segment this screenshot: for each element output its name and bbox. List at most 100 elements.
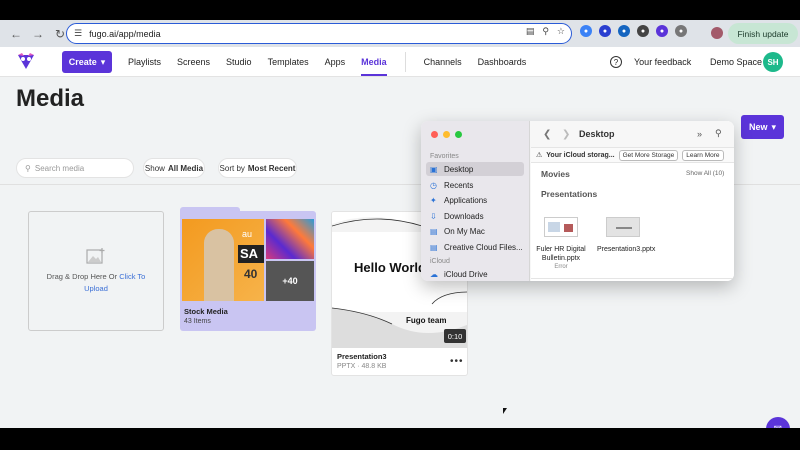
search-icon: ⚲ — [25, 163, 31, 173]
show-filter-label: Show — [144, 163, 165, 173]
more-toolbar-icon[interactable]: » — [697, 129, 702, 139]
finder-toolbar: ❮ ❯ Desktop » ⚲ — [531, 121, 734, 148]
back-chevron-icon[interactable]: ❮ — [543, 129, 551, 140]
desktop-icon: ▣ — [430, 164, 438, 174]
nav-playlists[interactable]: Playlists — [128, 57, 161, 67]
sidebar-item-applications[interactable]: ✦ Applications — [426, 193, 524, 207]
sidebar-item-downloads[interactable]: ⇩ Downloads — [426, 209, 524, 223]
sidebar-item-label: Desktop — [444, 164, 474, 174]
bookmark-star-icon[interactable]: ☆ — [557, 26, 565, 37]
nav-channels[interactable]: Channels — [424, 57, 462, 67]
click-to-upload-link[interactable]: Click To — [119, 272, 145, 281]
screen: ← → ↻ ☰ fugo.ai/app/media ▤ ⚲ ☆ ● ● ● ● … — [0, 0, 800, 450]
stock-thumbnail — [266, 219, 314, 259]
nav-studio[interactable]: Studio — [226, 57, 252, 67]
stock-media-folder[interactable]: au SA 40 +40 Stock Media 43 Items — [180, 207, 316, 331]
profile-avatar[interactable] — [711, 27, 723, 39]
dropzone-text: Drag & Drop Here Or — [46, 272, 118, 281]
icloud-header: iCloud — [430, 258, 450, 265]
thumb-text-au: au — [242, 229, 253, 239]
search-input[interactable]: ⚲ Search media — [16, 158, 134, 178]
help-icon[interactable]: ? — [610, 56, 622, 68]
extension-icon[interactable]: ● — [637, 25, 649, 37]
extension-icon[interactable]: ● — [599, 25, 611, 37]
cast-icon[interactable]: ▤ — [526, 26, 535, 37]
new-label: New — [748, 122, 768, 132]
upload-dropzone[interactable]: Drag & Drop Here Or Click To Upload — [28, 211, 164, 331]
show-filter[interactable]: Show All Media — [143, 158, 205, 178]
new-button[interactable]: New ▾ — [741, 115, 784, 139]
sidebar-item-label: Creative Cloud Files... — [444, 242, 523, 252]
maximize-window-icon[interactable] — [455, 131, 462, 138]
fugo-logo[interactable] — [16, 53, 36, 71]
nav-dashboards[interactable]: Dashboards — [478, 57, 527, 67]
forward-chevron-icon[interactable]: ❯ — [562, 129, 570, 140]
sidebar-item-label: On My Mac — [444, 226, 485, 236]
clock-icon: ◷ — [430, 180, 437, 190]
pptx-file-icon — [544, 217, 578, 237]
back-arrow-icon[interactable]: ← — [6, 24, 26, 44]
more-options-icon[interactable]: ••• — [450, 356, 464, 367]
show-all-link[interactable]: Show All (10) — [686, 170, 724, 177]
chat-icon[interactable]: ✉ — [766, 417, 790, 428]
nav-templates[interactable]: Templates — [268, 57, 309, 67]
page-title: Media — [16, 85, 85, 112]
sidebar-item-on-my-mac[interactable]: ▤ On My Mac — [426, 224, 524, 238]
sidebar-item-recents[interactable]: ◷ Recents — [426, 178, 524, 192]
file-name: Presentation3.pptx — [597, 246, 656, 253]
media-meta: PPTX · 48.8 KB — [337, 363, 387, 370]
nav-apps[interactable]: Apps — [325, 57, 346, 67]
folder-icon: ▤ — [430, 226, 438, 236]
nav-links: Playlists Screens Studio Templates Apps … — [128, 47, 526, 77]
feedback-link[interactable]: Your feedback — [634, 57, 691, 67]
sort-filter-label: Sort by — [219, 163, 245, 173]
finder-location: Desktop — [579, 129, 615, 139]
get-more-storage-button[interactable]: Get More Storage — [618, 149, 679, 161]
user-avatar[interactable]: SH — [763, 52, 783, 72]
close-window-icon[interactable] — [431, 131, 438, 138]
extension-icon[interactable]: ● — [656, 25, 668, 37]
nav-media[interactable]: Media — [361, 57, 387, 76]
file-item[interactable]: Presentation3.pptx — [597, 217, 656, 254]
presentations-header: Presentations — [541, 189, 598, 199]
address-bar-url: fugo.ai/app/media — [89, 28, 161, 39]
site-settings-icon[interactable]: ☰ — [74, 28, 82, 39]
file-name: Fuler HR Digital Bulletin.pptx — [536, 246, 586, 262]
extensions-area: ● ● ● ● ● ● — [580, 25, 687, 37]
sidebar-item-desktop[interactable]: ▣ Desktop — [426, 162, 524, 176]
search-placeholder: Search media — [34, 163, 85, 173]
browser-viewport: ← → ↻ ☰ fugo.ai/app/media ▤ ⚲ ☆ ● ● ● ● … — [0, 20, 800, 428]
more-items-badge: +40 — [266, 261, 314, 301]
zoom-icon[interactable]: ⚲ — [542, 26, 549, 37]
browser-toolbar: ← → ↻ ☰ fugo.ai/app/media ▤ ⚲ ☆ ● ● ● ● … — [0, 20, 800, 47]
address-bar[interactable]: ☰ fugo.ai/app/media ▤ ⚲ ☆ — [66, 23, 572, 44]
file-status: Error — [554, 264, 568, 270]
sidebar-item-label: iCloud Drive — [444, 269, 488, 279]
minimize-window-icon[interactable] — [443, 131, 450, 138]
top-navigation: Create ▾ Playlists Screens Studio Templa… — [0, 47, 800, 77]
sidebar-item-icloud-drive[interactable]: ☁ iCloud Drive — [426, 267, 524, 281]
movies-header: Movies — [541, 169, 570, 179]
click-to-upload-link-2[interactable]: Upload — [84, 283, 108, 295]
extension-icon[interactable]: ● — [580, 25, 592, 37]
finish-update-button[interactable]: Finish update — [728, 23, 798, 44]
applications-icon: ✦ — [430, 195, 437, 205]
mouse-cursor-icon — [503, 408, 507, 414]
sort-filter[interactable]: Sort by Most Recent — [218, 158, 297, 178]
extension-icon[interactable]: ● — [618, 25, 630, 37]
icloud-warning-bar: ⚠ Your iCloud storag... Get More Storage… — [531, 148, 734, 163]
workspace-name[interactable]: Demo Space — [710, 57, 762, 67]
thumb-text-sa: SA — [238, 245, 264, 263]
forward-arrow-icon[interactable]: → — [28, 24, 48, 44]
learn-more-button[interactable]: Learn More — [682, 149, 724, 161]
duration-badge: 0:10 — [444, 329, 466, 343]
puzzle-icon[interactable]: ● — [675, 25, 687, 37]
chevron-down-icon: ▾ — [771, 121, 777, 132]
nav-screens[interactable]: Screens — [177, 57, 210, 67]
create-button[interactable]: Create ▾ — [62, 51, 112, 73]
cloud-icon: ☁ — [430, 269, 438, 279]
sidebar-item-creative-cloud[interactable]: ▤ Creative Cloud Files... — [426, 240, 524, 254]
search-icon[interactable]: ⚲ — [715, 128, 722, 139]
file-item[interactable]: Fuler HR Digital Bulletin.pptx Error — [535, 217, 587, 272]
slide-title: Hello World — [354, 260, 426, 275]
